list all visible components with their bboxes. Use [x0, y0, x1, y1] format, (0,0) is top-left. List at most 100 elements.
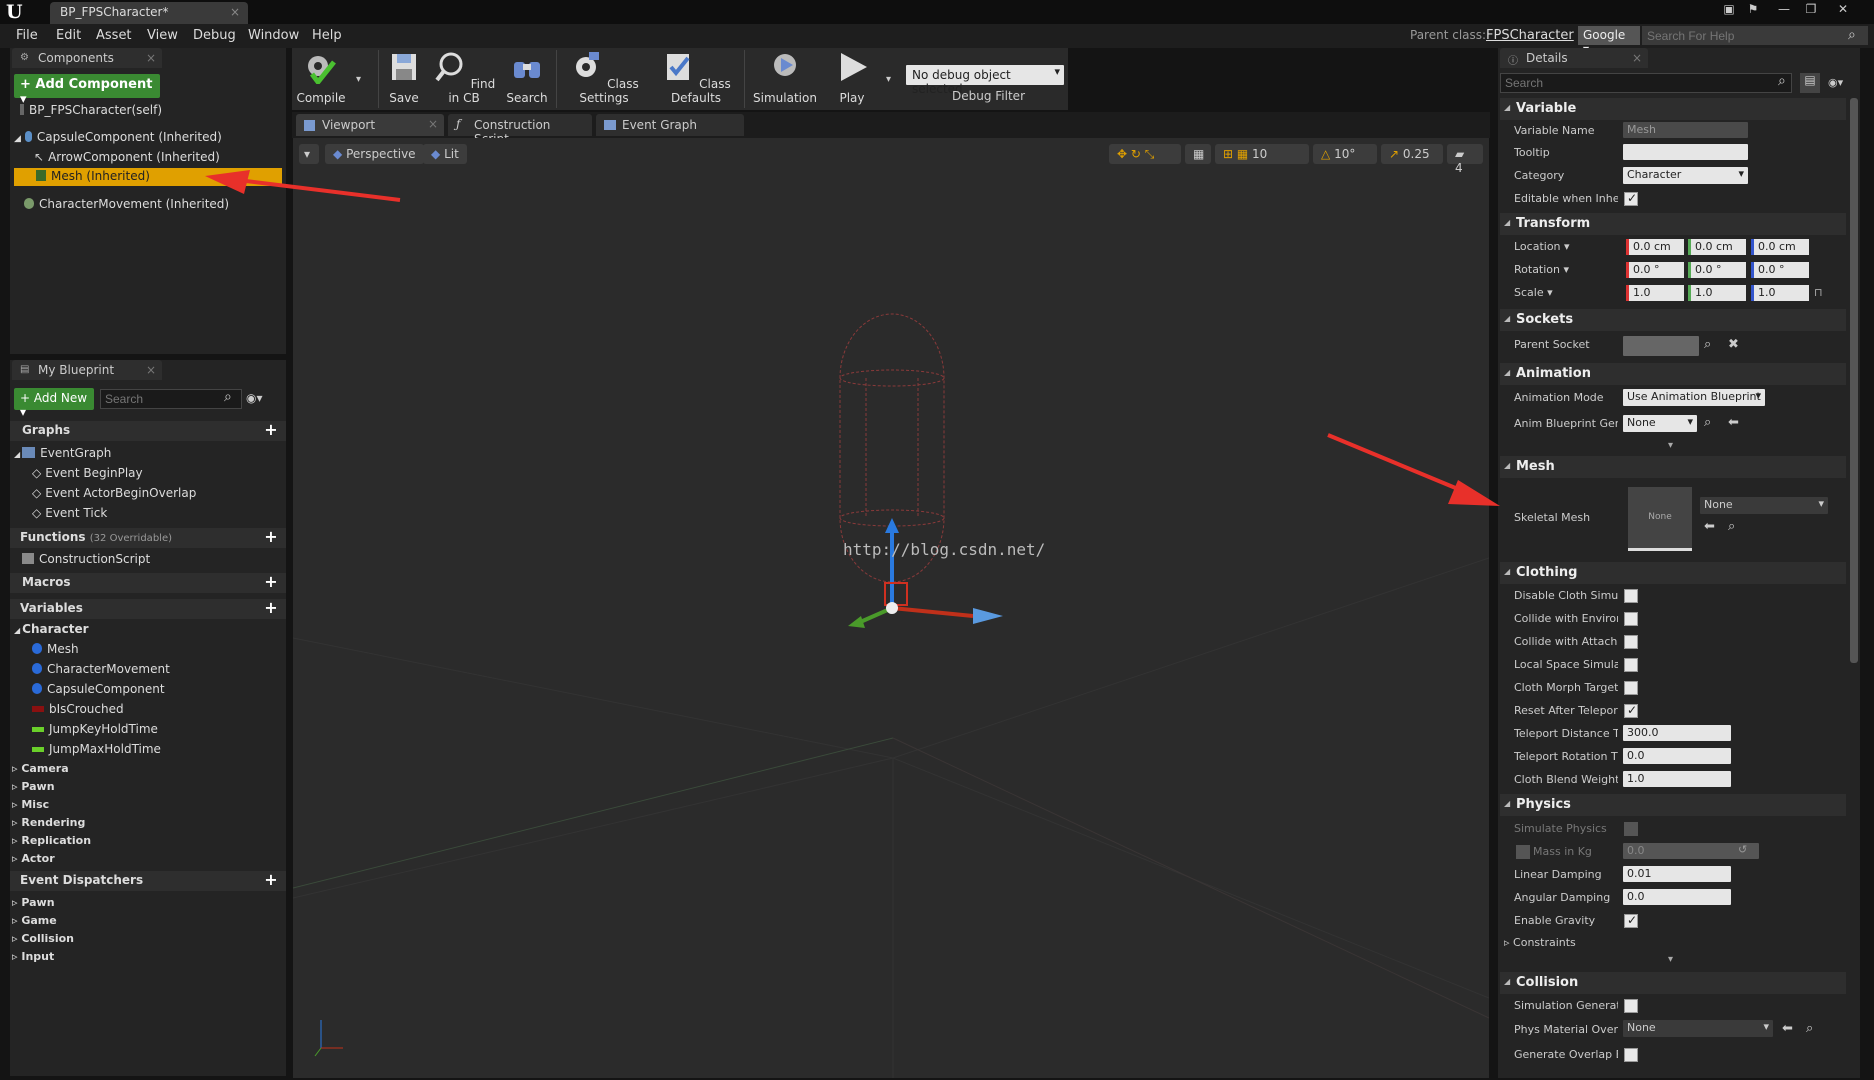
minimize-button[interactable]: —: [1773, 2, 1795, 18]
variable-section-header[interactable]: Variable: [1500, 98, 1846, 120]
transform-mode-buttons[interactable]: ✥ ↻ ⤡: [1109, 144, 1181, 164]
phys-material-select[interactable]: None: [1623, 1020, 1773, 1037]
class-settings-button[interactable]: Class Settings: [562, 50, 646, 108]
add-function-icon[interactable]: +: [264, 529, 278, 545]
play-button[interactable]: Play: [826, 50, 878, 108]
location-y-field[interactable]: 0.0 cm: [1688, 239, 1746, 255]
linear-damping-field[interactable]: 0.01: [1623, 866, 1731, 882]
collide-environment-checkbox[interactable]: [1624, 612, 1638, 626]
details-scrollbar[interactable]: [1850, 98, 1858, 663]
close-window-button[interactable]: ✕: [1832, 2, 1854, 18]
viewport-options-button[interactable]: ▾: [299, 144, 319, 164]
teleport-rotation-field[interactable]: 0.0: [1623, 748, 1731, 764]
add-graph-icon[interactable]: +: [264, 422, 278, 438]
close-tab-icon[interactable]: ×: [230, 5, 240, 19]
skeletal-mesh-thumbnail[interactable]: None: [1628, 487, 1692, 551]
functions-header[interactable]: Functions (32 Overridable) +: [10, 528, 286, 548]
class-defaults-button[interactable]: Class Defaults: [654, 50, 738, 108]
location-label[interactable]: Location ▾: [1514, 240, 1570, 253]
tab-event-graph[interactable]: Event Graph: [596, 114, 744, 136]
scale-x-field[interactable]: 1.0: [1626, 285, 1684, 301]
socket-clear-icon[interactable]: ✖: [1728, 337, 1739, 352]
location-x-field[interactable]: 0.0 cm: [1626, 239, 1684, 255]
skeletal-mesh-use-icon[interactable]: ⬅: [1704, 519, 1715, 534]
disable-cloth-checkbox[interactable]: [1624, 589, 1638, 603]
scale-snap-button[interactable]: ↗ 0.25: [1381, 144, 1443, 164]
debug-object-select[interactable]: No debug object selected: [906, 65, 1064, 96]
anim-blueprint-use-icon[interactable]: ⬅: [1728, 415, 1739, 430]
component-character-movement[interactable]: CharacterMovement (Inherited): [24, 197, 229, 211]
character-group[interactable]: ◢ Character: [14, 622, 89, 636]
help-search-input[interactable]: [1642, 26, 1868, 45]
grid-snap-button[interactable]: ⊞ ▦ 10: [1215, 144, 1309, 164]
cloth-morph-checkbox[interactable]: [1624, 681, 1638, 695]
document-tab[interactable]: BP_FPSCharacter* ×: [50, 2, 248, 24]
rotation-snap-button[interactable]: △ 10°: [1313, 144, 1377, 164]
details-view-options-icon[interactable]: ◉▾: [1828, 76, 1843, 89]
help-search-icon[interactable]: ⌕: [1848, 27, 1856, 43]
menu-debug[interactable]: Debug: [193, 28, 236, 43]
add-macro-icon[interactable]: +: [264, 574, 278, 590]
event-dispatchers-header[interactable]: Event Dispatchers +: [10, 871, 286, 891]
generate-overlap-checkbox[interactable]: [1624, 1048, 1638, 1062]
parent-socket-field[interactable]: [1623, 336, 1699, 356]
camera-speed-button[interactable]: ▰ 4: [1447, 144, 1483, 175]
mesh-section-header[interactable]: Mesh: [1500, 456, 1846, 478]
dispatcher-group-input[interactable]: ▹ Input: [12, 950, 54, 963]
var-group-actor[interactable]: ▹ Actor: [12, 852, 55, 865]
menu-window[interactable]: Window: [248, 28, 299, 43]
scale-label[interactable]: Scale ▾: [1514, 286, 1553, 299]
viewport[interactable]: ▾ ◆ Perspective ◆ Lit ✥ ↻ ⤡ ▦ ⊞ ▦ 10 △ 1…: [293, 138, 1489, 1078]
phys-material-browse-icon[interactable]: ⌕: [1806, 1021, 1813, 1036]
view-options-icon[interactable]: ◉▾: [246, 391, 263, 405]
world-local-toggle[interactable]: ▦: [1185, 144, 1211, 164]
variable-jump-key-hold-time[interactable]: JumpKeyHoldTime: [32, 722, 158, 736]
close-viewport-tab-icon[interactable]: ×: [428, 117, 438, 131]
macros-header[interactable]: Macros +: [10, 573, 286, 593]
graphs-header[interactable]: Graphs +: [10, 421, 286, 441]
event-tick[interactable]: ◇ Event Tick: [32, 506, 107, 520]
add-new-button[interactable]: + Add New ▾: [14, 388, 94, 419]
component-arrow[interactable]: ↖ ArrowComponent (Inherited): [34, 150, 220, 164]
anim-blueprint-select[interactable]: None: [1623, 415, 1697, 432]
search-engine-select[interactable]: Google ▾: [1578, 26, 1640, 56]
close-my-blueprint-tab-icon[interactable]: ×: [146, 363, 156, 377]
lit-button[interactable]: ◆ Lit: [423, 144, 467, 164]
menu-file[interactable]: File: [16, 28, 38, 43]
tab-construction-script[interactable]: ƒConstruction Script: [448, 114, 592, 146]
event-graph-item[interactable]: ◢ EventGraph: [14, 446, 111, 460]
play-options-icon[interactable]: ▾: [886, 74, 891, 85]
scale-z-field[interactable]: 1.0: [1751, 285, 1809, 301]
cloth-blend-field[interactable]: 1.0: [1623, 771, 1731, 787]
parent-class-link[interactable]: FPSCharacter: [1486, 28, 1574, 43]
compile-button[interactable]: Compile: [296, 50, 346, 108]
add-variable-icon[interactable]: +: [264, 600, 278, 616]
collision-section-header[interactable]: Collision: [1500, 972, 1846, 994]
enable-gravity-checkbox[interactable]: [1624, 913, 1638, 928]
editable-when-inherited-checkbox[interactable]: [1624, 191, 1638, 206]
constraints-row[interactable]: ▹ Constraints: [1504, 936, 1614, 949]
source-control-icon[interactable]: ⚑: [1742, 2, 1764, 18]
variable-name-field[interactable]: Mesh: [1623, 122, 1748, 138]
location-z-field[interactable]: 0.0 cm: [1751, 239, 1809, 255]
search-button[interactable]: Search: [504, 50, 550, 108]
maximize-button[interactable]: ❐: [1800, 2, 1822, 18]
tab-viewport[interactable]: Viewport ×: [296, 114, 444, 136]
property-matrix-icon[interactable]: ▤: [1800, 73, 1820, 93]
tooltip-field[interactable]: [1623, 144, 1748, 160]
component-mesh-selected[interactable]: Mesh (Inherited): [14, 168, 282, 186]
scale-y-field[interactable]: 1.0: [1688, 285, 1746, 301]
sockets-section-header[interactable]: Sockets: [1500, 309, 1846, 331]
find-in-cb-button[interactable]: Find in CB: [432, 50, 496, 108]
details-search-input[interactable]: [1500, 73, 1792, 93]
scale-lock-icon[interactable]: ⊓: [1814, 286, 1823, 299]
angular-damping-field[interactable]: 0.0: [1623, 889, 1731, 905]
var-group-pawn[interactable]: ▹ Pawn: [12, 780, 55, 793]
close-details-tab-icon[interactable]: ×: [1632, 51, 1642, 65]
mass-reset-icon[interactable]: ↺: [1738, 843, 1747, 856]
menu-edit[interactable]: Edit: [56, 28, 81, 43]
menu-help[interactable]: Help: [312, 28, 342, 43]
variable-bis-crouched[interactable]: bIsCrouched: [32, 702, 124, 716]
add-dispatcher-icon[interactable]: +: [264, 872, 278, 888]
animation-expand-icon[interactable]: ▾: [1668, 440, 1673, 451]
